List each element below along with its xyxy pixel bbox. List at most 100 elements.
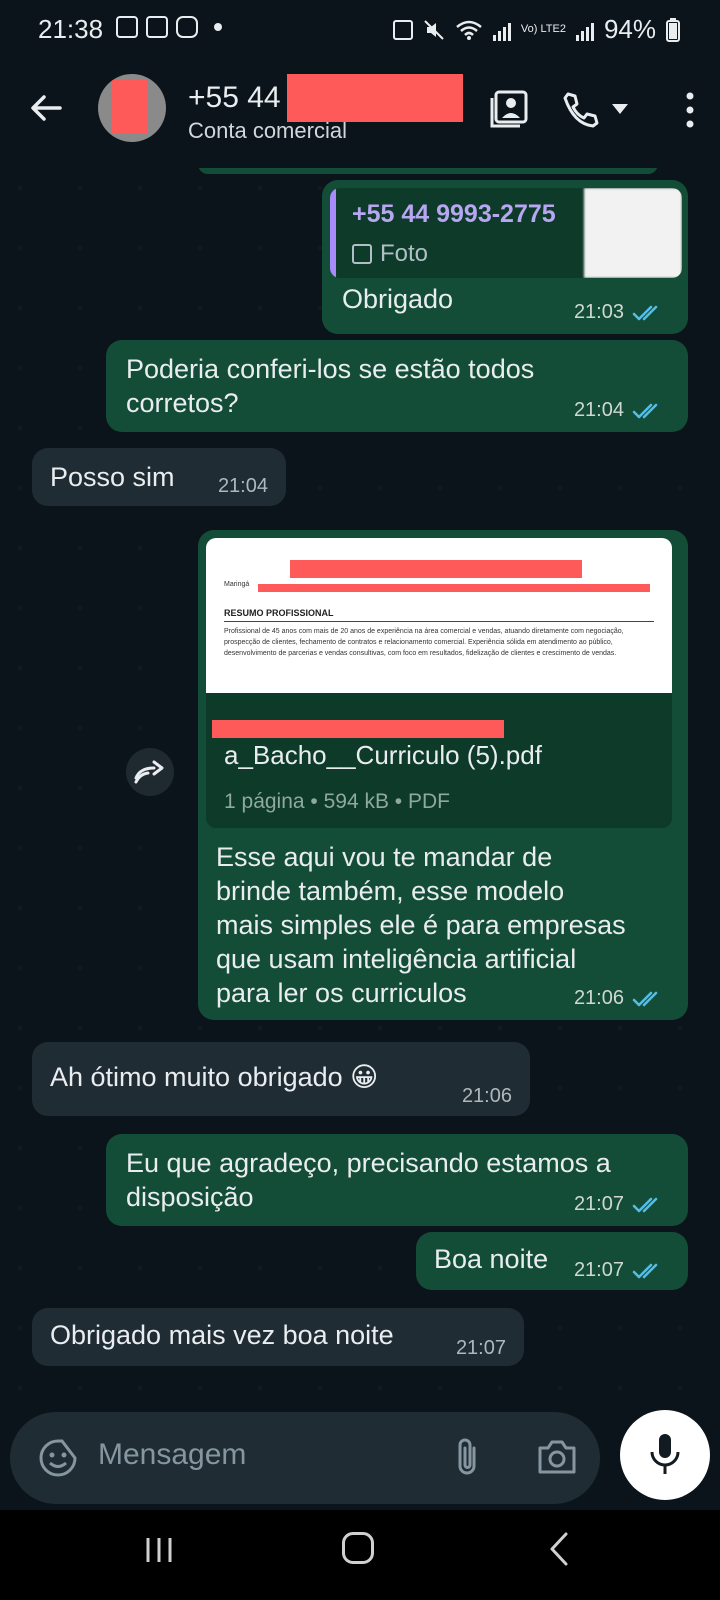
mute-icon [424, 19, 444, 40]
read-ticks-icon [632, 1263, 658, 1278]
message-bubble[interactable]: Poderia conferi-los se estão todos corre… [106, 340, 688, 432]
message-meta: 21:07 [574, 1193, 666, 1216]
document-info: 1 página • 594 kB • PDF [224, 790, 450, 813]
recents-icon[interactable] [144, 1536, 174, 1564]
message-meta: 21:06 [574, 987, 666, 1010]
quote-thumbnail [584, 188, 682, 278]
message-time: 21:06 [461, 1085, 512, 1107]
filename-redaction [212, 720, 504, 738]
wifi-icon [456, 20, 482, 40]
chat-area[interactable]: +55 44 9993-2775 Foto Obrigado 21:03 Pod… [0, 168, 720, 1403]
dropdown-icon[interactable] [612, 104, 628, 116]
message-line: Esse aqui vou te mandar de [216, 842, 553, 872]
signal-icon-2 [575, 19, 594, 41]
message-bubble-reply[interactable]: +55 44 9993-2775 Foto Obrigado 21:03 [322, 180, 688, 334]
read-ticks-icon [632, 1197, 658, 1212]
message-text: Boa noite [434, 1244, 549, 1274]
contact-card-icon[interactable] [488, 88, 532, 132]
back-arrow-icon[interactable] [26, 88, 66, 128]
status-bar: 21:38 Vo) LTE2 94% [0, 0, 720, 58]
name-redaction [286, 74, 463, 122]
battery-level: 94% [603, 14, 656, 44]
doc-body: Profissional de 45 anos com mais de 20 a… [224, 628, 624, 657]
message-text: Obrigado mais vez boa noite [50, 1320, 394, 1350]
message-bubble-incoming[interactable]: Obrigado mais vez boa noite 21:07 [32, 1308, 524, 1366]
message-bubble-document[interactable]: Maringá RESUMO PROFISSIONAL Profissional… [198, 530, 688, 1020]
message-bubble-cutoff [198, 168, 658, 174]
message-meta: 21:07 [574, 1259, 666, 1282]
message-line: para ler os curriculos [216, 978, 467, 1008]
recycle-icon [392, 19, 413, 40]
message-line: disposição [126, 1182, 254, 1212]
contact-name: +55 44 [188, 81, 281, 114]
attach-clip-icon[interactable] [450, 1436, 484, 1480]
status-time: 21:38 [38, 14, 104, 44]
message-line: Eu que agradeço, precisando estamos a [126, 1148, 611, 1178]
more-vert-icon[interactable] [668, 88, 712, 132]
tag-icon [146, 16, 168, 38]
instagram-icon [176, 16, 198, 38]
message-text: Ah ótimo muito obrigado 😀 [50, 1062, 379, 1092]
message-text: Poderia conferi-los se estão todos corre… [126, 352, 534, 420]
contact-subtitle: Conta comercial [188, 118, 347, 143]
message-time: 21:07 [573, 1259, 624, 1281]
chat-header: +55 44 Conta comercial [0, 58, 720, 168]
contact-name-row[interactable]: +55 44 [188, 74, 463, 122]
emoji-sticker-icon[interactable] [38, 1438, 78, 1478]
message-time: 21:07 [573, 1193, 624, 1215]
quote-sender: +55 44 9993-2775 [352, 200, 556, 228]
quote-type-label: Foto [380, 240, 429, 267]
message-meta: 21:03 [574, 301, 666, 324]
mic-button[interactable] [620, 1410, 710, 1500]
message-meta: 21:04 [574, 399, 666, 422]
document-preview: Maringá RESUMO PROFISSIONAL Profissional… [206, 538, 672, 693]
message-time: 21:03 [573, 301, 624, 323]
avatar-redaction [112, 80, 148, 134]
mic-icon [650, 1434, 680, 1474]
back-icon[interactable] [548, 1532, 570, 1566]
message-meta: 21:07 [456, 1337, 506, 1360]
message-input-bar[interactable]: Mensagem [10, 1412, 600, 1504]
forward-button[interactable] [126, 748, 174, 796]
message-meta: 21:04 [218, 475, 268, 498]
message-input-placeholder[interactable]: Mensagem [98, 1438, 246, 1472]
message-text: Esse aqui vou te mandar de brinde também… [216, 840, 626, 1010]
read-ticks-icon [632, 403, 658, 418]
message-line: que usam inteligência artificial [216, 944, 577, 974]
message-bubble[interactable]: Boa noite 21:07 [416, 1232, 688, 1290]
message-bubble[interactable]: Eu que agradeço, precisando estamos a di… [106, 1134, 688, 1226]
reply-quote[interactable]: +55 44 9993-2775 Foto [330, 188, 682, 278]
avatar[interactable] [98, 74, 166, 142]
dot-icon [214, 23, 222, 31]
doc-divider [224, 621, 654, 622]
doc-city: Maringá [224, 581, 250, 588]
message-meta: 21:06 [462, 1085, 512, 1108]
camera-icon[interactable] [536, 1438, 578, 1476]
message-time: 21:06 [573, 987, 624, 1009]
forward-icon [134, 760, 164, 784]
document-card[interactable]: Maringá RESUMO PROFISSIONAL Profissional… [206, 538, 672, 828]
doc-redaction [258, 584, 650, 592]
read-ticks-icon [632, 991, 658, 1006]
message-time: 21:04 [573, 399, 624, 421]
home-icon[interactable] [342, 1532, 374, 1564]
status-notification-icons [116, 16, 222, 38]
read-ticks-icon [632, 305, 658, 320]
message-line: corretos? [126, 388, 239, 418]
message-text: Eu que agradeço, precisando estamos a di… [126, 1146, 611, 1214]
message-line: Poderia conferi-los se estão todos [126, 354, 535, 384]
message-bubble-incoming[interactable]: Ah ótimo muito obrigado 😀 21:06 [32, 1042, 530, 1116]
message-text: Posso sim [50, 462, 175, 492]
photo-icon [352, 244, 372, 264]
message-bubble-incoming[interactable]: Posso sim 21:04 [32, 448, 286, 506]
quote-type: Foto [352, 240, 428, 268]
status-system-icons: Vo) LTE2 94% [392, 14, 680, 45]
signal-icon [492, 19, 511, 41]
message-line: mais simples ele é para empresas [216, 910, 626, 940]
quote-accent-bar [330, 188, 336, 278]
message-time: 21:07 [455, 1337, 506, 1359]
battery-icon [666, 17, 680, 42]
phone-icon[interactable] [558, 88, 602, 132]
message-line: brinde também, esse modelo [216, 876, 565, 906]
message-text: Obrigado [342, 284, 454, 314]
